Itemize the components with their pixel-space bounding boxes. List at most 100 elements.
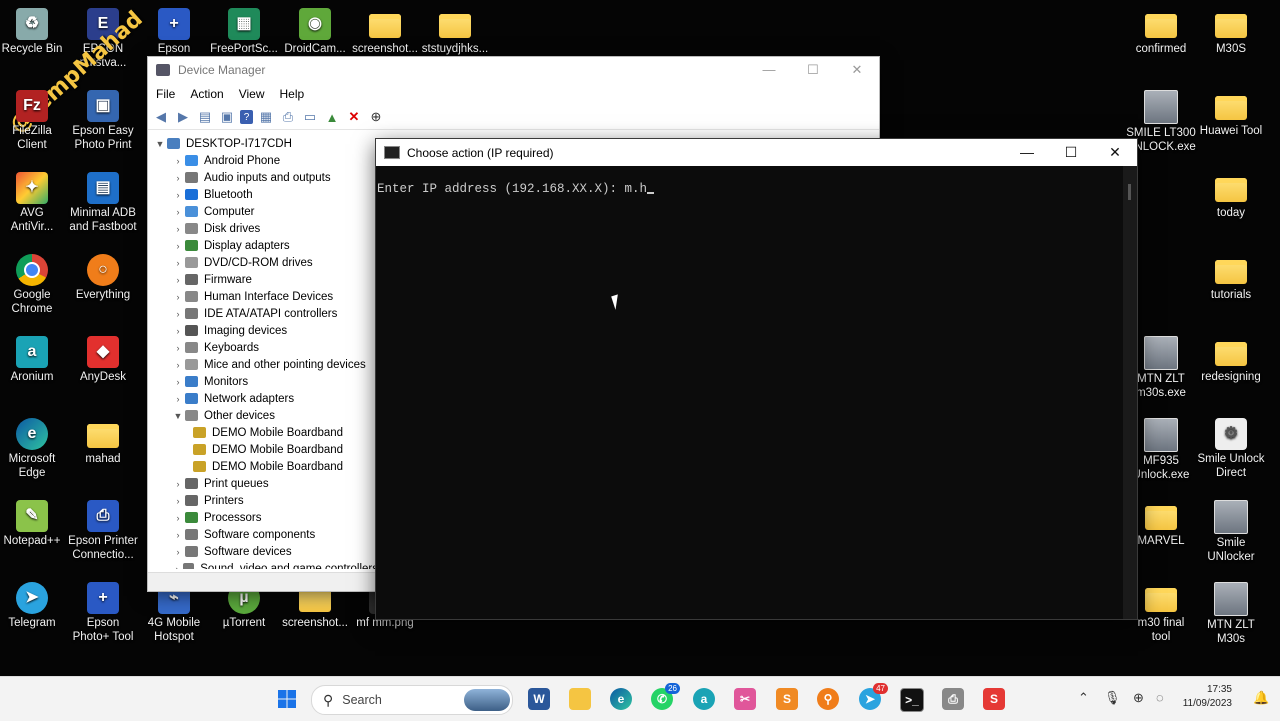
clock[interactable]: 17:35 11/09/2023 (1183, 683, 1232, 711)
expand-chevron-icon[interactable]: › (171, 224, 185, 234)
close-icon[interactable]: ✕ (835, 62, 879, 78)
mtn-zlt-m30s-icon[interactable]: MTN ZLT M30s (1196, 582, 1266, 646)
menu-help[interactable]: Help (280, 87, 305, 101)
expand-chevron-icon[interactable]: › (171, 309, 185, 319)
tree-category-item[interactable]: › Display adapters (148, 237, 378, 254)
printer-app-icon[interactable]: ⎙ (942, 688, 964, 710)
notepadpp-icon[interactable]: ✎ Notepad++ (0, 500, 67, 549)
uninstall-device-icon[interactable]: ✕ (345, 108, 363, 126)
notification-bell-icon[interactable]: 🔔 (1253, 690, 1269, 706)
language-icon[interactable]: ⊕ (1133, 690, 1144, 706)
tree-category-item[interactable]: › Software components (148, 526, 378, 543)
aronium-icon[interactable]: a Aronium (0, 336, 67, 385)
menu-view[interactable]: View (239, 87, 265, 101)
tree-category-item[interactable]: › Keyboards (148, 339, 378, 356)
telegram-taskbar-icon[interactable]: ➤ 47 (859, 683, 888, 710)
expand-chevron-icon[interactable]: › (171, 394, 185, 404)
telegram-icon[interactable]: ➤ Telegram (0, 582, 67, 631)
console-titlebar[interactable]: Choose action (IP required) — ☐ ✕ (376, 139, 1137, 166)
google-chrome-icon[interactable]: Google Chrome (0, 254, 67, 316)
properties-icon[interactable]: ▣ (218, 108, 236, 126)
console-window[interactable]: Choose action (IP required) — ☐ ✕ Enter … (375, 138, 1138, 620)
expand-chevron-icon[interactable]: › (171, 377, 185, 387)
microsoft-edge-icon[interactable]: e Microsoft Edge (0, 418, 67, 480)
tree-child-item[interactable]: DEMO Mobile Boardband (148, 441, 378, 458)
tree-category-item[interactable]: › Processors (148, 509, 378, 526)
tree-category-item[interactable]: › Sound, video and game controllers (148, 560, 378, 569)
tree-category-item[interactable]: › Audio inputs and outputs (148, 169, 378, 186)
console-output[interactable]: Enter IP address (192.168.XX.X): m.h (376, 166, 1123, 619)
everything-icon[interactable]: ○ Everything (68, 254, 138, 303)
expand-chevron-icon[interactable]: › (171, 513, 185, 523)
aronium-taskbar-icon[interactable]: a (693, 688, 715, 710)
expand-chevron-icon[interactable]: › (171, 479, 185, 489)
smile-unlocker-icon[interactable]: Smile UNlocker (1196, 500, 1266, 564)
chevron-up-icon[interactable]: ⌃ (1078, 690, 1089, 706)
epson-icon[interactable]: + Epson (139, 8, 209, 57)
tree-category-item[interactable]: › Software devices (148, 543, 378, 560)
tree-child-item[interactable]: DEMO Mobile Boardband (148, 424, 378, 441)
menu-file[interactable]: File (156, 87, 175, 101)
huawei-tool-folder-icon[interactable]: Huawei Tool (1196, 90, 1266, 139)
tree-category-item[interactable]: › Firmware (148, 271, 378, 288)
maximize-icon[interactable]: ☐ (791, 62, 835, 78)
tree-category-item[interactable]: › Printers (148, 492, 378, 509)
tree-category-item[interactable]: › Imaging devices (148, 322, 378, 339)
anydesk-icon[interactable]: ◆ AnyDesk (68, 336, 138, 385)
start-windows-icon[interactable] (276, 688, 298, 710)
menu-action[interactable]: Action (190, 87, 223, 101)
expand-chevron-icon[interactable]: › (171, 258, 185, 268)
tutorials-folder-icon[interactable]: tutorials (1196, 254, 1266, 303)
expand-chevron-icon[interactable]: › (171, 292, 185, 302)
help-icon[interactable]: ? (240, 110, 253, 124)
tree-category-item[interactable]: › Disk drives (148, 220, 378, 237)
tree-category-item[interactable]: › Android Phone (148, 152, 378, 169)
expand-chevron-icon[interactable]: › (171, 156, 185, 166)
network-icon[interactable]: ◌ (1156, 690, 1164, 705)
microphone-icon[interactable]: 🎙 (1104, 690, 1121, 706)
mahad-folder-icon[interactable]: mahad (68, 418, 138, 467)
scrollbar-thumb[interactable] (1128, 184, 1131, 200)
maximize-icon[interactable]: ☐ (1049, 144, 1093, 161)
m30s-folder-icon[interactable]: M30S (1196, 8, 1266, 57)
close-icon[interactable]: ✕ (1093, 144, 1137, 161)
expand-chevron-icon[interactable]: › (171, 241, 185, 251)
whatsapp-icon[interactable]: ✆ 26 (651, 683, 680, 710)
tree-category-item[interactable]: › Print queues (148, 475, 378, 492)
redesigning-folder-icon[interactable]: redesigning (1196, 336, 1266, 385)
expand-chevron-icon[interactable]: › (171, 343, 185, 353)
epson-printer-connection-icon[interactable]: ⎙ Epson Printer Connectio... (68, 500, 138, 562)
tree-category-item[interactable]: › IDE ATA/ATAPI controllers (148, 305, 378, 322)
search-everything-icon[interactable]: ⚲ (817, 688, 839, 710)
today-folder-icon[interactable]: today (1196, 172, 1266, 221)
tree-category-item[interactable]: › DVD/CD-ROM drives (148, 254, 378, 271)
epson-photo-plus-icon[interactable]: + Epson Photo+ Tool (68, 582, 138, 644)
expand-chevron-icon[interactable]: › (171, 564, 183, 570)
tree-category-item[interactable]: › Network adapters (148, 390, 378, 407)
word-icon[interactable]: W (528, 688, 550, 710)
droidcam-icon[interactable]: ◉ DroidCam... (280, 8, 350, 57)
expand-chevron-icon[interactable]: › (171, 326, 185, 336)
expand-chevron-icon[interactable]: › (171, 275, 185, 285)
console-scrollbar[interactable] (1123, 166, 1137, 619)
tree-category-item[interactable]: › Mice and other pointing devices (148, 356, 378, 373)
filezilla-icon[interactable]: Fz FileZilla Client (0, 90, 67, 152)
edge-icon[interactable]: e (610, 688, 632, 710)
expand-chevron-icon[interactable]: › (171, 190, 185, 200)
freeportscanner-icon[interactable]: ▦ FreePortSc... (209, 8, 279, 57)
print-icon[interactable]: ⎙ (279, 108, 297, 126)
avg-antivirus-icon[interactable]: ✦ AVG AntiVir... (0, 172, 67, 234)
sublime-text-icon[interactable]: S (983, 688, 1005, 710)
tree-category-item[interactable]: ▼ Other devices (148, 407, 378, 424)
screenshot-file-icon[interactable]: screenshot... (350, 8, 420, 57)
taskbar-search-box[interactable]: ⚲ Search (311, 685, 513, 715)
tree-category-item[interactable]: › Computer (148, 203, 378, 220)
minimize-icon[interactable]: — (747, 62, 791, 78)
sublime-icon[interactable]: S (776, 688, 798, 710)
tree-category-item[interactable]: › Monitors (148, 373, 378, 390)
recycle-bin-icon[interactable]: ♻ Recycle Bin (0, 8, 67, 57)
terminal-icon[interactable]: >_ (900, 688, 924, 712)
tree-root[interactable]: ▼ DESKTOP-I717CDH (148, 135, 378, 152)
epson-easy-photo-print-icon[interactable]: ▣ Epson Easy Photo Print (68, 90, 138, 152)
confirmed-folder-icon[interactable]: confirmed (1126, 8, 1196, 57)
